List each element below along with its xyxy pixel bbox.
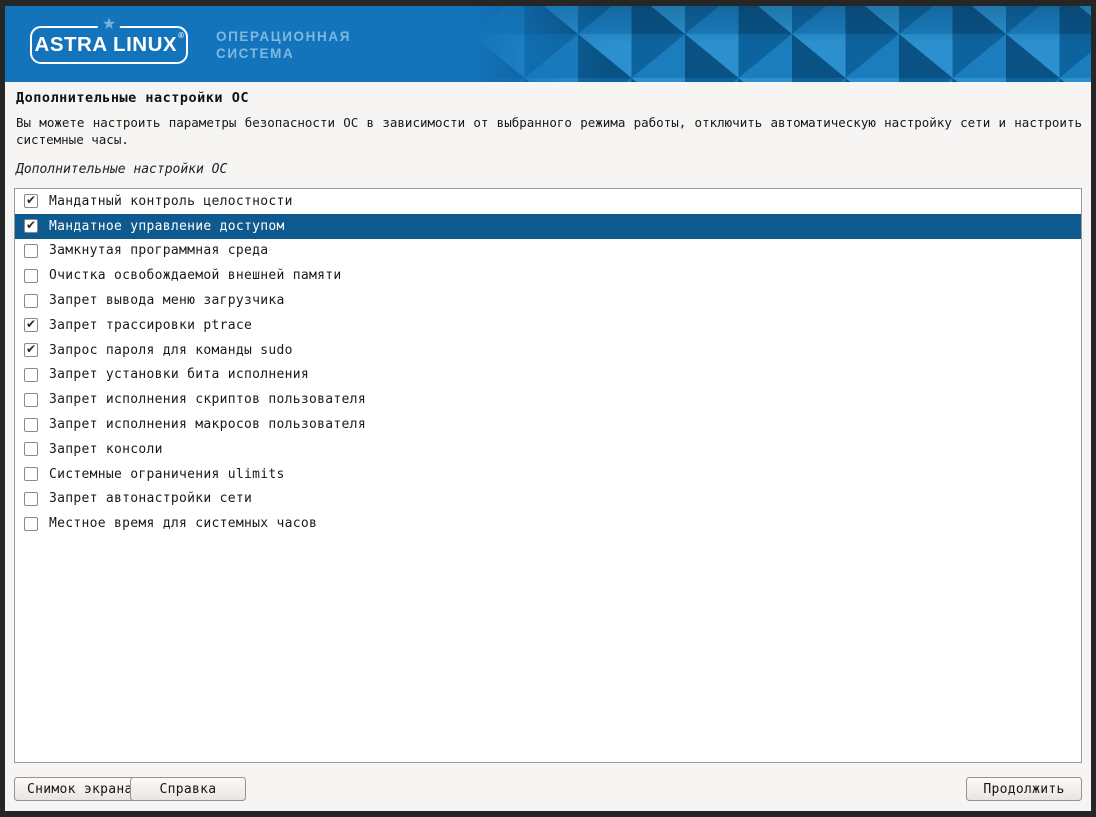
- option-label: Запрет автонастройки сети: [49, 491, 252, 506]
- logo-text: ASTRA LINUX®: [35, 33, 184, 57]
- help-button[interactable]: Справка: [130, 777, 246, 801]
- option-label: Системные ограничения ulimits: [49, 467, 285, 482]
- option-checkbox[interactable]: ✔: [24, 343, 38, 357]
- option-checkbox[interactable]: ✔: [24, 219, 38, 233]
- option-row[interactable]: ✔ Запрос пароля для команды sudo: [15, 338, 1081, 363]
- option-label: Запрет исполнения скриптов пользователя: [49, 392, 366, 407]
- option-checkbox[interactable]: [24, 467, 38, 481]
- options-group-label: Дополнительные настройки ОС: [16, 162, 227, 177]
- option-label: Замкнутая программная среда: [49, 243, 268, 258]
- option-row[interactable]: Запрет вывода меню загрузчика: [15, 288, 1081, 313]
- option-checkbox[interactable]: [24, 368, 38, 382]
- option-checkbox[interactable]: [24, 442, 38, 456]
- option-row[interactable]: Запрет автонастройки сети: [15, 487, 1081, 512]
- option-label: Мандатное управление доступом: [49, 219, 285, 234]
- option-checkbox[interactable]: [24, 269, 38, 283]
- checkmark-icon: ✔: [26, 343, 36, 355]
- option-row[interactable]: Запрет консоли: [15, 437, 1081, 462]
- option-checkbox[interactable]: [24, 393, 38, 407]
- checkmark-icon: ✔: [26, 219, 36, 231]
- options-list: ✔ Мандатный контроль целостности ✔ Манда…: [14, 188, 1082, 763]
- option-row[interactable]: ✔ Мандатное управление доступом: [15, 214, 1081, 239]
- continue-button[interactable]: Продолжить: [966, 777, 1082, 801]
- option-row[interactable]: Запрет исполнения скриптов пользователя: [15, 387, 1081, 412]
- page-title: Дополнительные настройки ОС: [16, 90, 249, 106]
- option-label: Запрет трассировки ptrace: [49, 318, 252, 333]
- registered-mark: ®: [178, 31, 184, 40]
- option-checkbox[interactable]: [24, 517, 38, 531]
- option-label: Запрос пароля для команды sudo: [49, 343, 293, 358]
- screenshot-button[interactable]: Снимок экрана: [14, 777, 146, 801]
- option-row[interactable]: Местное время для системных часов: [15, 511, 1081, 536]
- option-label: Запрет консоли: [49, 442, 163, 457]
- option-row[interactable]: Замкнутая программная среда: [15, 239, 1081, 264]
- option-checkbox[interactable]: [24, 418, 38, 432]
- option-row[interactable]: Запрет исполнения макросов пользователя: [15, 412, 1081, 437]
- option-row[interactable]: Запрет установки бита исполнения: [15, 363, 1081, 388]
- header-banner: ★ ASTRA LINUX® ОПЕРАЦИОННАЯ СИСТЕМА: [5, 6, 1091, 82]
- option-row[interactable]: ✔ Мандатный контроль целостности: [15, 189, 1081, 214]
- astra-linux-logo: ★ ASTRA LINUX®: [30, 26, 188, 64]
- content-area: Дополнительные настройки ОС Вы можете на…: [5, 82, 1091, 811]
- option-row[interactable]: Очистка освобождаемой внешней памяти: [15, 263, 1081, 288]
- product-name-line1: ОПЕРАЦИОННАЯ: [216, 28, 351, 45]
- option-checkbox[interactable]: ✔: [24, 194, 38, 208]
- option-row[interactable]: Системные ограничения ulimits: [15, 462, 1081, 487]
- option-label: Местное время для системных часов: [49, 516, 317, 531]
- option-checkbox[interactable]: ✔: [24, 318, 38, 332]
- option-checkbox[interactable]: [24, 492, 38, 506]
- option-label: Запрет исполнения макросов пользователя: [49, 417, 366, 432]
- option-label: Запрет установки бита исполнения: [49, 367, 309, 382]
- option-label: Запрет вывода меню загрузчика: [49, 293, 285, 308]
- product-name: ОПЕРАЦИОННАЯ СИСТЕМА: [216, 28, 351, 62]
- checkmark-icon: ✔: [26, 318, 36, 330]
- checkmark-icon: ✔: [26, 194, 36, 206]
- installer-window: ★ ASTRA LINUX® ОПЕРАЦИОННАЯ СИСТЕМА Допо…: [0, 0, 1096, 817]
- option-checkbox[interactable]: [24, 294, 38, 308]
- astra-star-icon: ★: [98, 16, 120, 32]
- option-label: Очистка освобождаемой внешней памяти: [49, 268, 342, 283]
- product-name-line2: СИСТЕМА: [216, 45, 351, 62]
- option-row[interactable]: ✔ Запрет трассировки ptrace: [15, 313, 1081, 338]
- page-description: Вы можете настроить параметры безопаснос…: [16, 115, 1082, 148]
- header-diamond-pattern: [471, 6, 1091, 82]
- option-checkbox[interactable]: [24, 244, 38, 258]
- option-label: Мандатный контроль целостности: [49, 194, 293, 209]
